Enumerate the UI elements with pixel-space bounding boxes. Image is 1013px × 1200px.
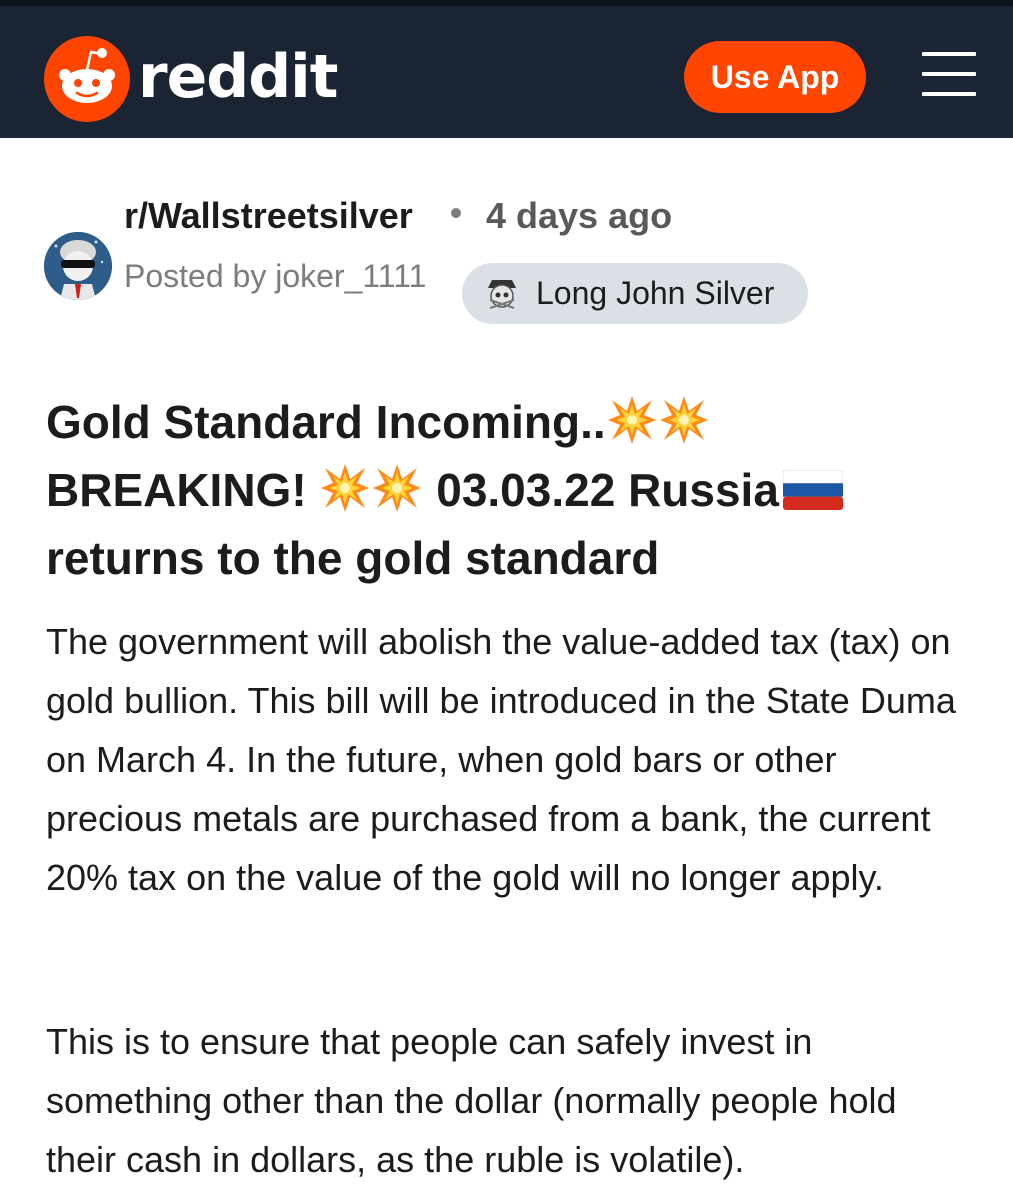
top-navigation-bar: reddit Use App [0,0,1013,138]
use-app-button[interactable]: Use App [684,41,866,113]
collision-emoji-icon [321,464,370,512]
title-text: Gold Standard Incoming.. [46,396,606,448]
title-text: BREAKING! [46,464,307,516]
title-text: returns to the gold standard [46,532,660,584]
collision-emoji-icon [373,464,422,512]
reddit-wordmark[interactable]: reddit [138,42,338,112]
user-flair-badge: Long John Silver [462,263,808,324]
post-body-paragraph: The government will abolish the value-ad… [46,621,956,898]
post-title[interactable]: Gold Standard Incoming.. BREAKING! 03.03… [46,388,966,592]
flair-label: Long John Silver [536,275,775,311]
russia-flag-emoji-icon [782,470,843,510]
collision-emoji-icon [607,396,656,444]
user-avatar[interactable] [44,232,112,300]
post-timestamp: 4 days ago [486,195,673,236]
hamburger-menu-icon[interactable] [922,52,976,96]
title-text: 03.03.22 Russia [436,464,779,516]
reddit-snoo-icon[interactable] [44,36,130,122]
post-body-paragraph: This is to ensure that people can safely… [46,1021,897,1180]
pirate-skull-icon [488,280,516,309]
posted-by-author[interactable]: Posted by joker_1111 [124,256,426,296]
separator-dot [451,208,461,218]
collision-emoji-icon [659,396,708,444]
subreddit-link[interactable]: r/Wallstreetsilver [124,196,413,236]
